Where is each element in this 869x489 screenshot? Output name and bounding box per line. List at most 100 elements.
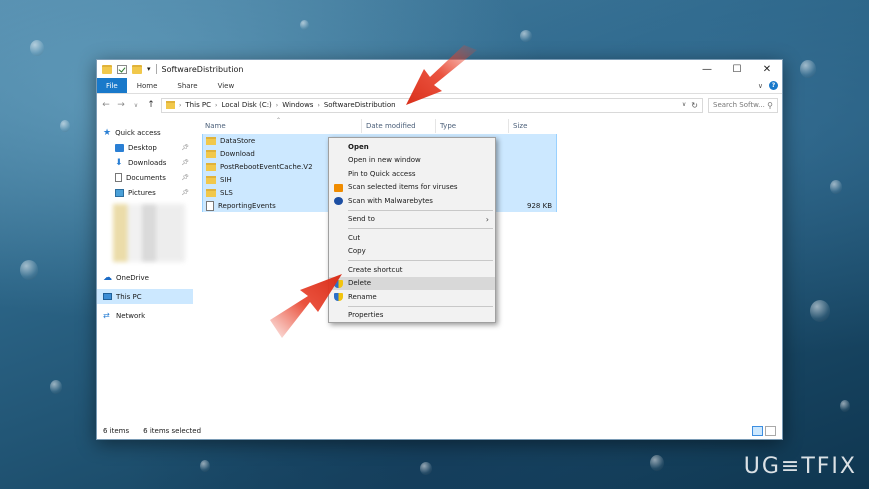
tab-home[interactable]: Home bbox=[127, 78, 168, 93]
search-icon: ⚲ bbox=[767, 100, 773, 110]
file-size: 928 KB bbox=[527, 201, 552, 210]
menu-item-label: Send to bbox=[348, 215, 375, 224]
minimize-button[interactable]: — bbox=[692, 60, 722, 78]
menu-item-delete[interactable]: Delete bbox=[329, 276, 495, 290]
pin-icon[interactable]: 📌︎ bbox=[181, 189, 189, 196]
column-divider[interactable] bbox=[435, 119, 436, 133]
malwarebytes-icon bbox=[334, 197, 343, 205]
customize-qa-icon[interactable]: ▾ bbox=[147, 65, 151, 73]
maximize-button[interactable]: ☐ bbox=[722, 60, 752, 78]
column-size[interactable]: Size bbox=[513, 122, 527, 130]
expand-ribbon-icon[interactable]: ∨ bbox=[758, 82, 763, 90]
file-name: DataStore bbox=[220, 136, 256, 145]
blurred-items bbox=[113, 204, 185, 262]
column-name[interactable]: Name bbox=[205, 122, 226, 130]
breadcrumb-this-pc[interactable]: This PC bbox=[185, 101, 211, 109]
pin-icon[interactable]: 📌︎ bbox=[181, 144, 189, 151]
tab-view[interactable]: View bbox=[208, 78, 245, 93]
sidebar-item-label: OneDrive bbox=[116, 273, 149, 282]
file-name: SIH bbox=[220, 175, 232, 184]
downloads-icon: ⬇ bbox=[115, 157, 123, 168]
file-name: PostRebootEventCache.V2 bbox=[220, 162, 313, 171]
forward-button[interactable]: → bbox=[116, 100, 126, 110]
back-button[interactable]: ← bbox=[101, 100, 111, 110]
close-button[interactable]: ✕ bbox=[752, 60, 782, 78]
refresh-icon[interactable]: ↻ bbox=[691, 101, 698, 110]
star-icon: ★ bbox=[103, 127, 112, 138]
chevron-right-icon: › bbox=[485, 214, 489, 224]
sidebar-item-downloads[interactable]: ⬇ Downloads 📌︎ bbox=[97, 155, 193, 170]
pin-icon[interactable]: 📌︎ bbox=[181, 174, 189, 181]
folder-icon bbox=[206, 136, 216, 145]
tab-share[interactable]: Share bbox=[167, 78, 207, 93]
sidebar-item-pictures[interactable]: Pictures 📌︎ bbox=[97, 185, 193, 200]
sidebar-item-label: Documents bbox=[126, 173, 166, 182]
breadcrumb-softwaredistribution[interactable]: SoftwareDistribution bbox=[324, 101, 396, 109]
selected-count: 6 items selected bbox=[143, 427, 202, 435]
details-view-button[interactable] bbox=[752, 426, 763, 436]
breadcrumb-separator: › bbox=[215, 101, 218, 109]
menu-separator bbox=[348, 305, 493, 307]
watermark-logo: UG≡TFIX bbox=[743, 454, 857, 479]
column-divider[interactable] bbox=[508, 119, 509, 133]
sidebar-item-documents[interactable]: Documents 📌︎ bbox=[97, 170, 193, 185]
help-icon[interactable]: ? bbox=[769, 81, 778, 90]
breadcrumb-local-disk[interactable]: Local Disk (C:) bbox=[221, 101, 271, 109]
menu-item-cut[interactable]: Cut bbox=[329, 231, 495, 245]
annotation-arrow-bottom bbox=[270, 274, 342, 338]
sidebar-item-desktop[interactable]: Desktop 📌︎ bbox=[97, 140, 193, 155]
properties-icon[interactable] bbox=[117, 64, 127, 74]
pictures-icon bbox=[115, 188, 124, 197]
breadcrumb-separator: › bbox=[317, 101, 320, 109]
menu-item-properties[interactable]: Properties bbox=[329, 309, 495, 323]
sidebar-item-network[interactable]: ⇄ Network bbox=[97, 308, 193, 323]
menu-item-send-to[interactable]: Send to › bbox=[329, 213, 495, 227]
search-input[interactable]: Search Softw... ⚲ bbox=[708, 97, 778, 113]
tab-file[interactable]: File bbox=[97, 78, 127, 93]
context-menu: Open Open in new window Pin to Quick acc… bbox=[328, 137, 496, 323]
sidebar-item-label: Network bbox=[116, 311, 146, 320]
annotation-arrow-top bbox=[406, 45, 477, 105]
menu-separator bbox=[348, 228, 493, 229]
sidebar-item-this-pc[interactable]: This PC bbox=[97, 289, 193, 304]
file-name: Download bbox=[220, 149, 255, 158]
file-name: ReportingEvents bbox=[218, 201, 276, 210]
recent-locations-button[interactable]: ∨ bbox=[131, 102, 141, 109]
column-headers: ⌃ Name Date modified Type Size bbox=[195, 117, 782, 135]
menu-item-create-shortcut[interactable]: Create shortcut bbox=[329, 263, 495, 277]
folder-icon bbox=[206, 149, 216, 158]
folder-icon bbox=[206, 175, 216, 184]
menu-item-pin-quick-access[interactable]: Pin to Quick access bbox=[329, 167, 495, 181]
sidebar-item-label: Pictures bbox=[128, 188, 156, 197]
sort-up-icon: ⌃ bbox=[276, 117, 282, 124]
menu-item-rename[interactable]: Rename bbox=[329, 290, 495, 304]
antivirus-icon bbox=[334, 183, 343, 192]
sidebar-item-onedrive[interactable]: ☁ OneDrive bbox=[97, 270, 193, 285]
up-button[interactable]: ↑ bbox=[146, 100, 156, 110]
menu-item-scan-malwarebytes[interactable]: Scan with Malwarebytes bbox=[329, 194, 495, 208]
sidebar-item-quick-access[interactable]: ★ Quick access bbox=[97, 125, 193, 140]
file-name: SLS bbox=[220, 188, 233, 197]
pin-icon[interactable]: 📌︎ bbox=[181, 159, 189, 166]
breadcrumb-separator: › bbox=[179, 101, 182, 109]
menu-item-open[interactable]: Open bbox=[329, 140, 495, 154]
folder-icon bbox=[166, 101, 175, 109]
column-date-modified[interactable]: Date modified bbox=[366, 122, 416, 130]
address-dropdown-icon[interactable]: ∨ bbox=[682, 101, 686, 110]
breadcrumb-windows[interactable]: Windows bbox=[282, 101, 313, 109]
column-divider[interactable] bbox=[361, 119, 362, 133]
menu-item-open-new-window[interactable]: Open in new window bbox=[329, 154, 495, 168]
documents-icon bbox=[115, 173, 122, 182]
menu-item-copy[interactable]: Copy bbox=[329, 245, 495, 259]
status-bar: 6 items 6 items selected bbox=[97, 423, 782, 439]
column-type[interactable]: Type bbox=[440, 122, 456, 130]
document-icon bbox=[206, 200, 214, 211]
menu-separator bbox=[348, 209, 493, 211]
title-separator bbox=[155, 64, 157, 74]
computer-icon bbox=[103, 293, 112, 300]
large-icons-view-button[interactable] bbox=[765, 426, 776, 436]
new-folder-icon[interactable] bbox=[132, 64, 142, 74]
breadcrumb-separator: › bbox=[275, 101, 279, 109]
menu-item-scan-viruses[interactable]: Scan selected items for viruses bbox=[329, 181, 495, 195]
navigation-pane: ★ Quick access Desktop 📌︎ ⬇ Downloads 📌︎… bbox=[97, 117, 193, 425]
